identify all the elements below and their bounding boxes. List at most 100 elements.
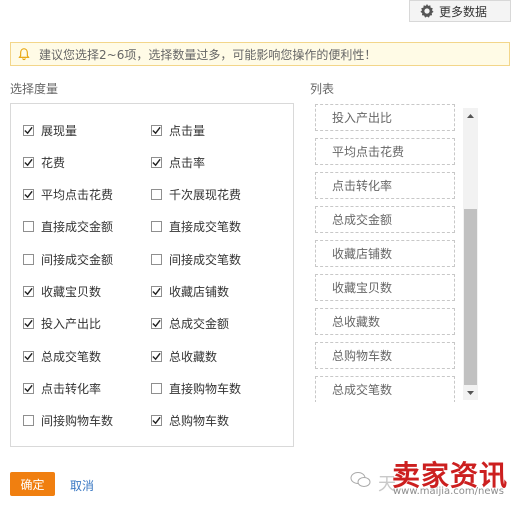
list-item[interactable]: 总成交金额 <box>315 206 455 233</box>
metric-label: 总收藏数 <box>169 349 218 364</box>
list-item[interactable]: 总购物车数 <box>315 342 455 369</box>
checkbox[interactable] <box>151 382 162 394</box>
check-icon <box>152 417 161 425</box>
check-icon <box>152 287 161 296</box>
checkbox[interactable] <box>23 189 34 201</box>
checkbox[interactable] <box>23 350 34 362</box>
choose-metrics-label: 选择度量 <box>10 82 59 96</box>
checkbox[interactable] <box>151 221 162 233</box>
list-item[interactable]: 总收藏数 <box>315 308 455 335</box>
watermark-url: www.maijia.com/news <box>393 486 504 497</box>
checkbox[interactable] <box>23 318 34 330</box>
selected-list: 投入产出比平均点击花费 点击转化率总成交金额收藏店铺数收藏宝贝数总收藏数总购物车数… <box>305 102 479 402</box>
metric-label: 收藏店铺数 <box>169 285 230 299</box>
metric-option[interactable]: 总购物车数 <box>151 413 229 429</box>
checkbox[interactable] <box>151 318 162 330</box>
checkbox[interactable] <box>151 189 162 201</box>
check-icon <box>24 158 33 167</box>
list-item[interactable]: 点击转化率 <box>315 172 455 199</box>
check-icon <box>152 320 161 328</box>
cancel-link[interactable]: 取消 <box>70 477 94 494</box>
checkbox[interactable] <box>23 382 34 394</box>
arrow-up-icon <box>467 113 474 118</box>
metric-option[interactable]: 间接成交笔数 <box>151 251 241 267</box>
check-icon <box>24 126 33 134</box>
metric-label: 直接购物车数 <box>169 381 242 396</box>
metric-label: 总购物车数 <box>169 414 230 429</box>
metric-label: 平均点击花费 <box>41 188 114 203</box>
metric-option[interactable]: 间接成交金额 <box>23 251 113 267</box>
more-data-button[interactable]: 更多数据 <box>409 0 511 22</box>
metric-label: 收藏宝贝数 <box>41 285 102 299</box>
metrics-panel: 展现量 点击量花费 点击率平均点击花费 千次展现花费直接成交金额 直接成交笔数间接成交金… <box>10 103 294 447</box>
metric-label: 投入产出比 <box>41 317 102 332</box>
metric-option[interactable]: 平均点击花费 <box>23 187 113 203</box>
metric-label: 总成交笔数 <box>41 349 102 364</box>
metric-option[interactable]: 总成交笔数 <box>23 348 101 364</box>
metric-option[interactable]: 直接购物车数 <box>151 380 241 396</box>
check-icon <box>152 158 161 167</box>
confirm-button[interactable]: 确定 <box>10 472 55 496</box>
checkbox[interactable] <box>23 286 34 297</box>
checkbox[interactable] <box>23 415 34 427</box>
scroll-up-button[interactable] <box>463 108 478 123</box>
check-icon <box>152 126 161 134</box>
metric-label: 直接成交笔数 <box>169 220 242 235</box>
checkbox[interactable] <box>23 124 34 136</box>
checkbox[interactable] <box>151 253 162 265</box>
metric-option[interactable]: 点击转化率 <box>23 380 101 396</box>
check-icon <box>24 320 33 328</box>
metric-label: 总成交金额 <box>169 317 230 332</box>
metric-label: 间接成交笔数 <box>169 252 242 267</box>
scroll-down-button[interactable] <box>463 385 478 400</box>
metric-option[interactable]: 点击量 <box>151 122 205 138</box>
metric-option[interactable]: 总成交金额 <box>151 316 229 332</box>
wechat-icon <box>350 472 371 487</box>
metric-label: 展现量 <box>41 123 78 138</box>
metric-label: 间接成交金额 <box>41 252 114 267</box>
check-icon <box>24 191 33 199</box>
metric-option[interactable]: 点击率 <box>151 154 205 170</box>
metric-label: 点击转化率 <box>41 381 102 396</box>
metric-label: 间接购物车数 <box>41 414 114 429</box>
check-icon <box>24 384 33 393</box>
checkbox[interactable] <box>151 124 162 136</box>
scroll-thumb[interactable] <box>464 209 477 385</box>
check-icon <box>152 352 161 360</box>
checkbox[interactable] <box>23 253 34 265</box>
metric-option[interactable]: 投入产出比 <box>23 316 101 332</box>
metric-option[interactable]: 间接购物车数 <box>23 413 113 429</box>
checkbox[interactable] <box>151 286 162 297</box>
top-toolbar: 更多数据 <box>0 0 515 24</box>
checkbox[interactable] <box>23 156 34 168</box>
checkbox[interactable] <box>151 415 162 427</box>
check-icon <box>24 352 33 360</box>
list-item[interactable]: 总成交笔数 <box>315 376 455 402</box>
checkbox[interactable] <box>151 156 162 168</box>
metric-label: 千次展现花费 <box>169 188 242 203</box>
metric-option[interactable]: 展现量 <box>23 122 77 138</box>
checkbox[interactable] <box>151 350 162 362</box>
metric-label: 直接成交金额 <box>41 220 114 235</box>
metric-option[interactable]: 直接成交笔数 <box>151 219 241 235</box>
metric-option[interactable]: 收藏宝贝数 <box>23 284 101 300</box>
metric-option[interactable]: 收藏店铺数 <box>151 284 229 300</box>
metric-option[interactable]: 直接成交金额 <box>23 219 113 235</box>
metric-option[interactable]: 花费 <box>23 154 65 170</box>
tip-banner: 建议您选择2~6项，选择数量过多，可能影响您操作的便利性！ <box>10 42 510 66</box>
metric-label: 花费 <box>41 155 66 170</box>
list-scrollbar[interactable] <box>463 108 478 400</box>
bell-icon <box>18 48 30 61</box>
list-item[interactable]: 收藏宝贝数 <box>315 274 455 301</box>
more-data-label: 更多数据 <box>439 4 488 19</box>
metric-label: 点击率 <box>169 155 206 170</box>
metric-label: 点击量 <box>169 123 206 138</box>
checkbox[interactable] <box>23 221 34 233</box>
list-label: 列表 <box>310 82 335 96</box>
list-item[interactable]: 收藏店铺数 <box>315 240 455 267</box>
metric-option[interactable]: 千次展现花费 <box>151 187 241 203</box>
list-item[interactable]: 投入产出比 <box>315 104 455 131</box>
metric-option[interactable]: 总收藏数 <box>151 348 217 364</box>
list-item[interactable]: 平均点击花费 <box>315 138 455 165</box>
gear-icon <box>420 4 434 18</box>
